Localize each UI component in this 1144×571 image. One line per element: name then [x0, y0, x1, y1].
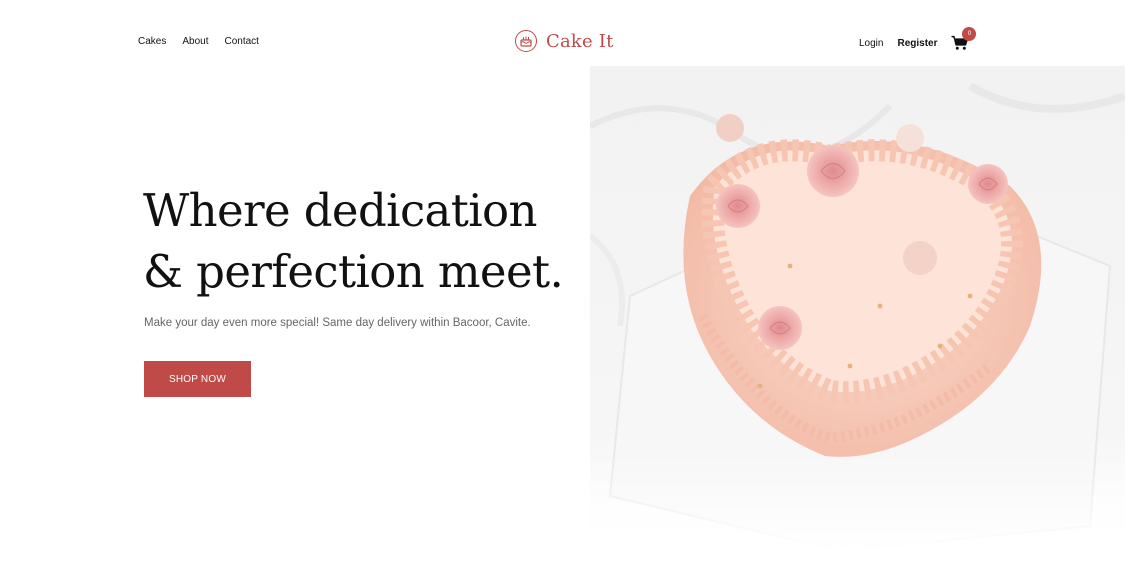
main-nav: Cakes About Contact	[138, 36, 259, 47]
hero-title-line-1: Where dedication	[143, 184, 538, 237]
cart-button[interactable]: 0	[951, 27, 977, 51]
nav-link-about[interactable]: About	[182, 36, 208, 47]
hero-title-line-2: & perfection meet.	[143, 245, 564, 298]
hero-title: Where dedication & perfection meet.	[143, 180, 583, 302]
nav-link-contact[interactable]: Contact	[225, 36, 259, 47]
hero-cake-image	[590, 66, 1125, 551]
register-link[interactable]: Register	[897, 38, 937, 49]
nav-link-cakes[interactable]: Cakes	[138, 36, 166, 47]
brand-logo-link[interactable]: Cake It	[515, 30, 614, 52]
cart-count-badge: 0	[962, 27, 977, 41]
brand-name: Cake It	[546, 30, 614, 52]
login-link[interactable]: Login	[859, 38, 883, 49]
account-nav: Login Register 0	[859, 27, 977, 51]
hero-subtitle: Make your day even more special! Same da…	[144, 317, 531, 329]
shop-now-button[interactable]: SHOP NOW	[144, 361, 251, 397]
cake-icon	[515, 30, 537, 52]
